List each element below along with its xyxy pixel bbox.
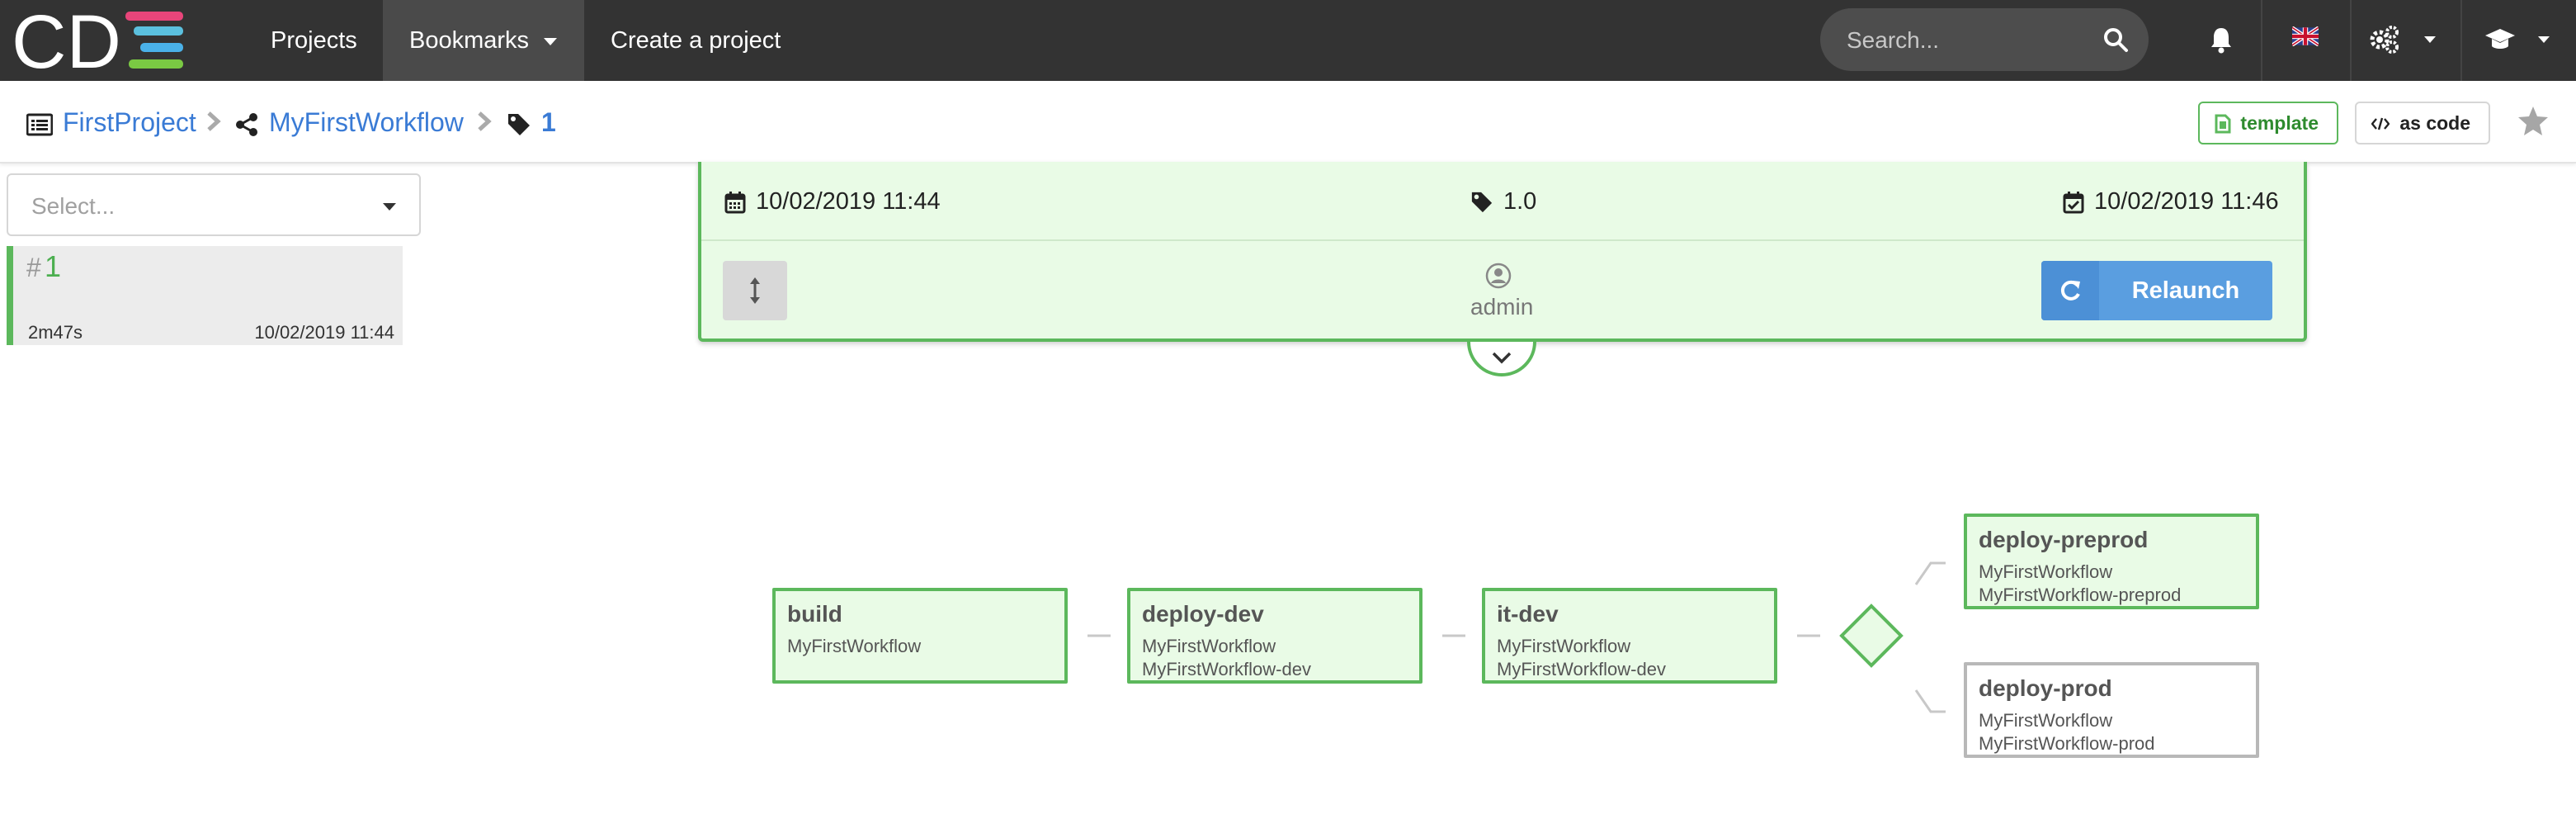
node-application: MyFirstWorkflow — [787, 636, 922, 656]
node-application: MyFirstWorkflow — [1979, 710, 2113, 731]
node-environment: MyFirstWorkflow-prod — [1979, 733, 2155, 754]
node-title: deploy-preprod — [1979, 527, 2149, 552]
node-application: MyFirstWorkflow — [1142, 636, 1276, 656]
node-application: MyFirstWorkflow — [1497, 636, 1631, 656]
pipeline-node-deploy-preprod[interactable]: deploy-preprod MyFirstWorkflow MyFirstWo… — [1964, 514, 2259, 609]
node-title: it-dev — [1497, 601, 1559, 627]
node-environment: MyFirstWorkflow-dev — [1497, 659, 1666, 679]
pipeline-node-build[interactable]: build MyFirstWorkflow — [772, 588, 1068, 684]
node-environment: MyFirstWorkflow-dev — [1142, 659, 1311, 679]
pipeline-node-deploy-prod[interactable]: deploy-prod MyFirstWorkflow MyFirstWorkf… — [1964, 662, 2259, 758]
node-title: deploy-dev — [1142, 601, 1264, 627]
node-environment: MyFirstWorkflow-preprod — [1979, 585, 2182, 605]
node-title: build — [787, 601, 842, 627]
node-application: MyFirstWorkflow — [1979, 561, 2113, 582]
node-title: deploy-prod — [1979, 675, 2112, 701]
fork-diamond-icon[interactable] — [1839, 604, 1904, 668]
pipeline-node-it-dev[interactable]: it-dev MyFirstWorkflow MyFirstWorkflow-d… — [1482, 588, 1777, 684]
pipeline-node-deploy-dev[interactable]: deploy-dev MyFirstWorkflow MyFirstWorkfl… — [1127, 588, 1422, 684]
